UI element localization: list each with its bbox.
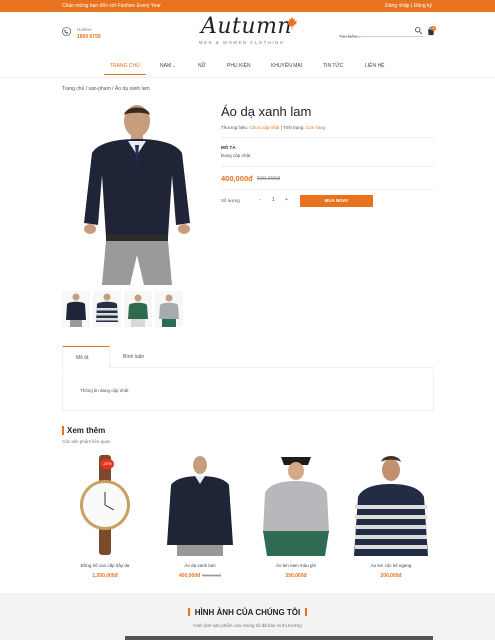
thumbnail-2[interactable]	[93, 291, 121, 327]
section-accent-bar	[187, 608, 190, 616]
nav-item-women[interactable]: NỮ	[198, 63, 206, 69]
search-box	[339, 25, 423, 42]
product-card-name[interactable]: Đồng hồ cao cấp dây da	[62, 563, 148, 568]
chevron-down-icon: ⌄	[171, 63, 176, 68]
brand-label: Thương hiệu:	[221, 125, 249, 130]
product-card[interactable]: Áo dạ xanh lam 400,000đ 500,000đ	[157, 453, 243, 583]
related-title: Xem thêm	[67, 426, 106, 435]
tab-content-text: Thông tin đang cập nhật	[80, 388, 129, 393]
product-card-image[interactable]	[348, 453, 434, 556]
status-label: Tình trạng:	[282, 125, 305, 130]
product-card-price: 1,200,000đ	[92, 573, 118, 579]
divider	[221, 137, 434, 138]
product-main-image[interactable]	[62, 103, 211, 285]
nav-item-promotions[interactable]: KHUYẾN MẠI	[271, 63, 302, 69]
product-card-price: 400,000đ	[179, 573, 201, 579]
maple-leaf-icon	[286, 16, 298, 30]
nav-item-contact[interactable]: LIÊN HỆ	[365, 63, 384, 69]
product-card-prices: 200,000đ	[348, 573, 434, 579]
thumbnail-4[interactable]	[155, 291, 183, 327]
nav-item-home[interactable]: TRANG CHỦ	[110, 63, 140, 69]
product-card-image[interactable]	[157, 453, 243, 556]
quantity-input[interactable]: 1	[272, 197, 275, 203]
gallery-title: HÌNH ẢNH CỦA CHÚNG TÔI	[194, 608, 301, 617]
search-icon[interactable]	[414, 26, 423, 35]
product-card-price: 200,000đ	[380, 573, 402, 579]
site-logo[interactable]: Autumn MEN & WOMEN CLOTHING	[197, 14, 299, 48]
divider	[221, 189, 434, 190]
section-accent-bar	[305, 608, 308, 616]
product-card-name[interactable]: Áo dạ xanh lam	[157, 563, 243, 568]
section-accent-bar	[62, 426, 64, 435]
nav-item-men-label: NAM	[160, 63, 172, 69]
hotline-number[interactable]: 1800 6750	[77, 34, 101, 40]
product-card[interactable]: Áo len nam màu ghi 350,000đ	[253, 453, 339, 583]
logo-tagline: MEN & WOMEN CLOTHING	[199, 40, 285, 45]
search-input[interactable]	[339, 31, 409, 42]
nav-item-news[interactable]: TIN TỨC	[323, 63, 343, 69]
description-heading: MÔ TẢ	[221, 145, 236, 150]
quantity-plus-button[interactable]: +	[285, 197, 288, 203]
description-text: Đang cập nhật	[221, 153, 251, 158]
product-card-name[interactable]: Áo len nam màu ghi	[253, 563, 339, 568]
product-tabs: Mô tả Bình luận	[62, 346, 434, 368]
divider	[221, 166, 434, 167]
product-card-image[interactable]	[253, 453, 339, 556]
thumbnail-1[interactable]	[62, 291, 90, 327]
brand-value[interactable]: Chưa cập nhật	[250, 125, 280, 130]
discount-badge: -20%	[100, 459, 114, 469]
breadcrumb[interactable]: Trang chủ / san-pham / Áo dạ xanh lam	[62, 86, 150, 92]
logo-text: Autumn	[201, 14, 293, 39]
tab-panel: Thông tin đang cập nhật	[62, 369, 434, 411]
tab-description[interactable]: Mô tả	[62, 346, 110, 368]
status-value: Còn hàng	[305, 125, 326, 130]
nav-item-accessories[interactable]: PHỤ KIỆN	[227, 63, 251, 69]
product-card-price: 350,000đ	[285, 573, 307, 579]
quantity-label: Số lượng	[221, 198, 240, 203]
product-card-prices: 350,000đ	[253, 573, 339, 579]
nav-active-indicator	[104, 74, 146, 75]
tab-comments[interactable]: Bình luận	[123, 346, 144, 368]
phone-icon	[62, 27, 71, 36]
gallery-heading: HÌNH ẢNH CỦA CHÚNG TÔI	[0, 608, 495, 617]
quantity-minus-button[interactable]: -	[259, 197, 261, 203]
header: Hotline: 1800 6750 Autumn MEN & WOMEN CL…	[0, 12, 495, 54]
main-nav: TRANG CHỦ NAM ⌄ NỮ PHỤ KIỆN KHUYẾN MẠI T…	[0, 56, 495, 78]
product-old-price: 500,000đ	[257, 175, 280, 182]
hotline-label: Hotline:	[77, 27, 93, 32]
related-products: Đồng hồ cao cấp dây da 1,200,000đ Áo dạ …	[62, 453, 434, 583]
product-card[interactable]: Áo len cộc kẻ ngang 200,000đ	[348, 453, 434, 583]
product-card-name[interactable]: Áo len cộc kẻ ngang	[348, 563, 434, 568]
nav-item-men[interactable]: NAM ⌄	[160, 63, 176, 69]
quantity-stepper: - 1 +	[255, 195, 295, 206]
product-card[interactable]: Đồng hồ cao cấp dây da 1,200,000đ	[62, 453, 148, 583]
cart-count-badge: 0	[431, 26, 436, 31]
related-subtitle: Các sản phẩm liên quan	[62, 439, 111, 444]
login-register-link[interactable]: Đăng nhập | Đăng ký	[385, 3, 432, 9]
thumbnail-3[interactable]	[124, 291, 152, 327]
welcome-text: Chào mừng bạn đến với Fashion Every Year	[62, 3, 161, 9]
product-card-old-price: 500,000đ	[202, 573, 221, 578]
product-card-prices: 1,200,000đ	[62, 573, 148, 579]
product-meta: Thương hiệu: Chưa cập nhật | Tình trạng:…	[221, 125, 325, 130]
product-card-prices: 400,000đ 500,000đ	[157, 573, 243, 579]
buy-now-button[interactable]: MUA NGAY	[300, 195, 373, 207]
gallery-subtitle: Hình ảnh sản phẩm của chúng tôi đã bán r…	[193, 623, 302, 628]
product-title: Áo dạ xanh lam	[221, 104, 312, 119]
gallery-image-strip[interactable]	[125, 636, 433, 640]
top-bar: Chào mừng bạn đến với Fashion Every Year…	[0, 0, 495, 12]
product-price: 400,000đ	[221, 174, 253, 183]
